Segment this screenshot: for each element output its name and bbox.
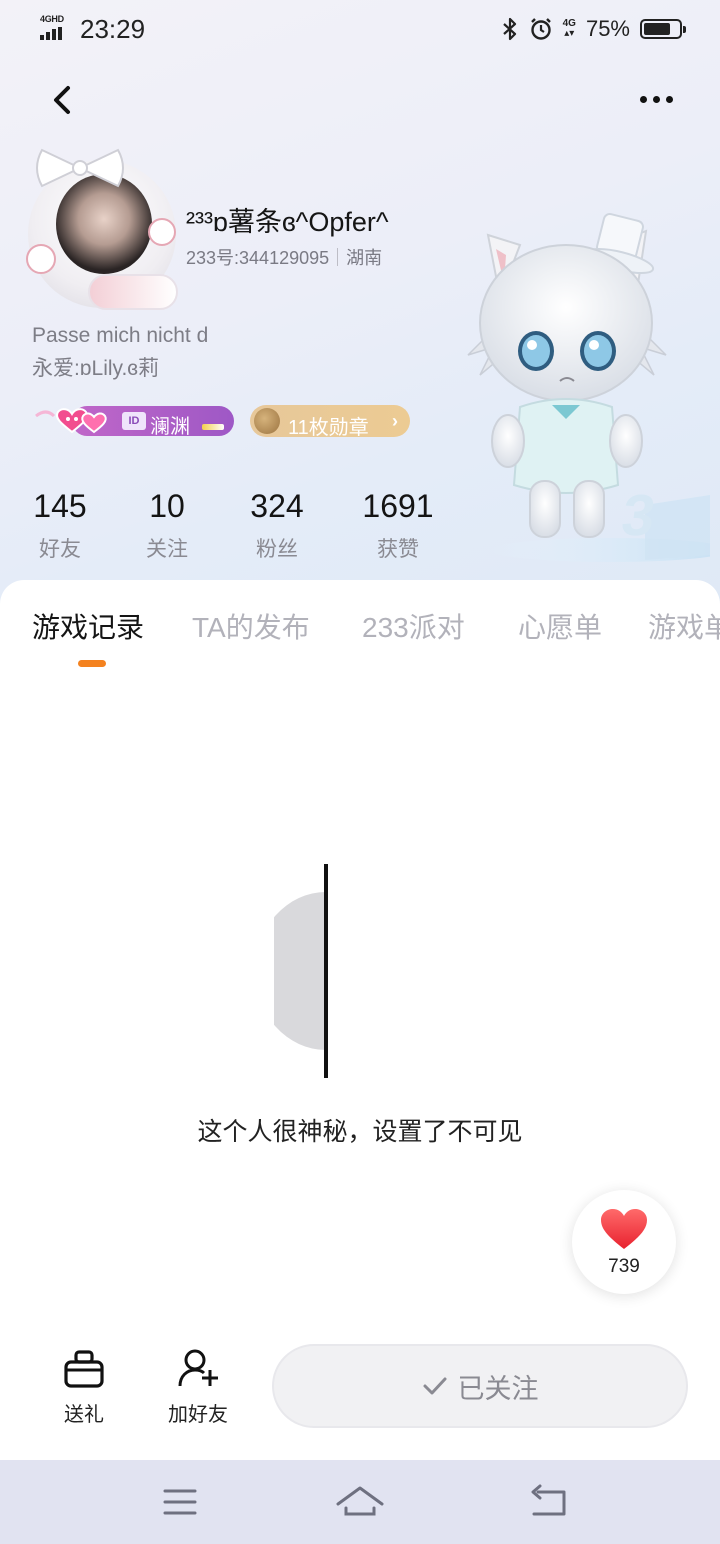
home-button[interactable] — [330, 1478, 390, 1526]
paw-icon — [148, 218, 176, 246]
back-system-button[interactable] — [518, 1478, 578, 1526]
bluetooth-icon — [502, 17, 516, 41]
tab-wishlist[interactable]: 心愿单 — [518, 606, 602, 646]
battery-icon — [640, 19, 686, 39]
stat-value: 145 — [33, 488, 87, 524]
id-badge[interactable]: ID 澜渊 — [32, 402, 236, 440]
medal-icon — [254, 408, 280, 434]
medal-count: 11枚勋章 — [288, 417, 369, 439]
username: ²³³ɒ薯条ɞ^Opfer^ — [186, 207, 389, 237]
stat-value: 324 — [250, 488, 304, 524]
bio-line: Passe mich nicht d — [32, 324, 209, 347]
avatar[interactable] — [22, 144, 182, 314]
heart-icon — [601, 1209, 647, 1249]
signal-icon: 4GHD — [40, 14, 72, 40]
add-friend-button[interactable]: 加好友 — [148, 1348, 248, 1427]
send-gift-label: 送礼 — [64, 1404, 104, 1426]
chevron-right-icon: › — [392, 411, 398, 431]
empty-state-text: 这个人很神秘，设置了不可见 — [197, 1118, 523, 1146]
return-icon — [531, 1484, 566, 1516]
status-bar: 4GHD 23:29 4G ▴▾ 75% — [0, 0, 720, 58]
paw-icon — [26, 244, 56, 274]
stat-label: 粉丝 — [256, 538, 298, 561]
battery-percent: 75% — [585, 16, 630, 41]
user-meta: 233号:344129095 湖南 — [186, 244, 382, 270]
chevron-left-icon — [54, 86, 70, 114]
medal-badge-button[interactable]: 11枚勋章 › — [250, 405, 410, 439]
stat-label: 好友 — [39, 538, 81, 561]
tab-game-list[interactable]: 游戏单 — [648, 606, 720, 646]
id-tag: ID — [122, 412, 146, 430]
bow-icon — [36, 148, 124, 188]
system-navigation-bar — [0, 1460, 720, 1544]
stat-label: 关注 — [146, 538, 188, 561]
bio-line: 永爱:ɒLily.ɞ莉 — [32, 357, 159, 380]
like-count: 739 — [608, 1256, 640, 1277]
badge-decoration — [202, 424, 224, 430]
menu-icon — [163, 1489, 197, 1515]
hearts-icon — [35, 408, 107, 434]
stat-friends[interactable]: 145 好友 — [26, 488, 94, 563]
add-friend-icon — [178, 1349, 218, 1387]
menu-button[interactable] — [150, 1478, 210, 1526]
following-label: 已关注 — [457, 1373, 539, 1404]
tab-233-party[interactable]: 233派对 — [362, 606, 465, 646]
tab-indicator — [78, 660, 106, 667]
avatar-character[interactable]: 3 — [460, 205, 710, 570]
home-icon — [336, 1486, 384, 1516]
user-location: 湖南 — [346, 248, 383, 268]
send-gift-button[interactable]: 送礼 — [34, 1348, 134, 1427]
add-friend-label: 加好友 — [168, 1404, 228, 1426]
stat-likes[interactable]: 1691 获赞 — [356, 488, 440, 563]
stat-value: 10 — [149, 488, 185, 524]
tab-game-records[interactable]: 游戏记录 — [32, 606, 144, 646]
check-icon — [423, 1377, 446, 1395]
stat-value: 1691 — [362, 488, 434, 524]
clock: 23:29 — [80, 14, 146, 44]
following-button[interactable]: 已关注 — [272, 1344, 688, 1428]
stat-label: 获赞 — [377, 538, 419, 561]
content-panel — [0, 580, 720, 1460]
more-options-button[interactable] — [632, 84, 680, 114]
hidden-content-illustration — [274, 864, 328, 1078]
gift-icon — [64, 1350, 104, 1388]
like-button[interactable]: 739 — [572, 1190, 676, 1294]
stat-following[interactable]: 10 关注 — [132, 488, 202, 563]
user-id: 233号:344129095 — [186, 248, 330, 268]
back-button[interactable] — [44, 80, 84, 120]
stat-followers[interactable]: 324 粉丝 — [238, 488, 316, 563]
id-badge-text: 澜渊 — [150, 416, 190, 438]
divider — [337, 248, 339, 266]
tab-ta-posts[interactable]: TA的发布 — [192, 606, 310, 646]
tab-bar: 游戏记录 TA的发布 233派对 心愿单 游戏单 — [0, 606, 720, 676]
tail-decoration — [88, 274, 178, 310]
alarm-icon — [530, 18, 551, 40]
network-type: 4GHD — [40, 14, 64, 24]
4g-icon: 4G ▴▾ — [562, 18, 576, 39]
